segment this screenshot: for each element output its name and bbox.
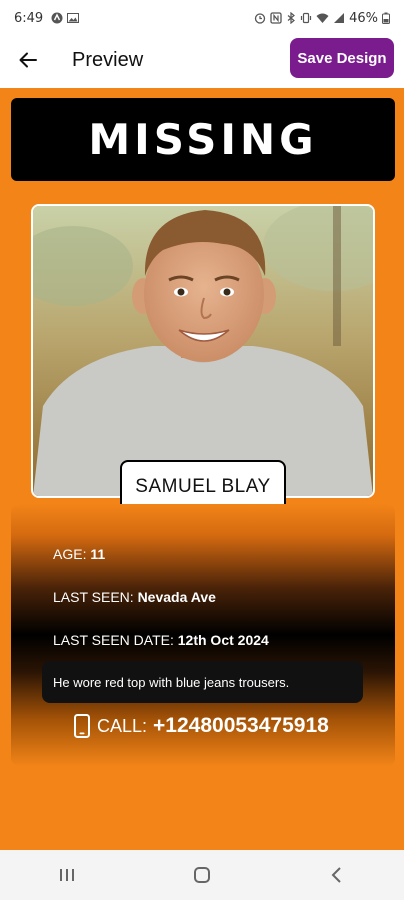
- status-bar: 6:49 46%: [0, 0, 404, 36]
- alarm-icon: [254, 13, 266, 24]
- recent-apps-button[interactable]: [37, 855, 97, 895]
- age-row: AGE: 11: [53, 546, 105, 562]
- home-button[interactable]: [172, 855, 232, 895]
- person-photo-illustration: [33, 206, 373, 496]
- arrow-left-icon: [19, 52, 37, 68]
- nfc-icon: [270, 12, 282, 24]
- description-box: He wore red top with blue jeans trousers…: [42, 661, 363, 703]
- age-value: 11: [90, 546, 106, 562]
- status-time: 6:49: [14, 10, 44, 26]
- image-icon: [67, 13, 80, 23]
- app-bar: Preview Save Design: [0, 36, 404, 84]
- save-design-button[interactable]: Save Design: [290, 38, 394, 78]
- wifi-icon: [316, 13, 329, 23]
- last-seen-date-label: LAST SEEN DATE:: [53, 632, 174, 648]
- system-nav-bar: [0, 850, 404, 900]
- call-row: CALL: +12480053475918: [73, 714, 329, 738]
- battery-icon: [382, 12, 390, 24]
- battery-level: 46%: [349, 10, 378, 26]
- last-seen-row: LAST SEEN: Nevada Ave: [53, 589, 216, 605]
- back-button[interactable]: [0, 36, 56, 84]
- bluetooth-icon: [287, 12, 296, 24]
- info-card: AGE: 11 LAST SEEN: Nevada Ave LAST SEEN …: [11, 504, 395, 766]
- signal-icon: [334, 13, 345, 23]
- phone-number: +12480053475918: [153, 714, 329, 737]
- nav-back-button[interactable]: [307, 855, 367, 895]
- missing-person-name: SAMUEL BLAY: [135, 476, 271, 497]
- last-seen-value: Nevada Ave: [137, 589, 216, 605]
- call-label: CALL:: [97, 715, 148, 736]
- poster-heading: MISSING: [88, 115, 318, 164]
- last-seen-date-value: 12th Oct 2024: [177, 632, 269, 648]
- vibrate-icon: [300, 12, 312, 24]
- notification-icon: [51, 12, 63, 24]
- page-title: Preview: [72, 48, 144, 71]
- poster-preview: MISSING SAMUEL BLAY AGE: 11 LAST SEEN: N…: [0, 88, 404, 850]
- missing-banner: MISSING: [11, 98, 395, 181]
- back-icon: [331, 867, 341, 883]
- home-icon: [193, 867, 210, 883]
- recent-apps-icon: [60, 869, 75, 881]
- missing-person-photo: [31, 204, 375, 498]
- last-seen-date-row: LAST SEEN DATE: 12th Oct 2024: [53, 632, 269, 648]
- age-label: AGE:: [53, 546, 87, 562]
- phone-icon: [74, 714, 90, 738]
- last-seen-label: LAST SEEN:: [53, 589, 134, 605]
